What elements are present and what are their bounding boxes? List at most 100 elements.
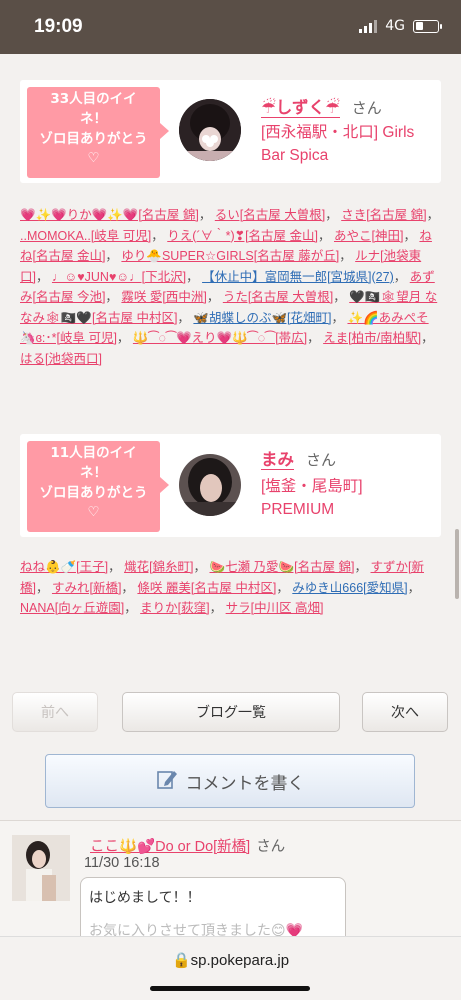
- cast-name[interactable]: まみ: [261, 450, 294, 470]
- liker-link[interactable]: 🦋胡蝶しのぶ🦋[花畑町]: [193, 311, 331, 325]
- liker-link[interactable]: るい[名古屋 大曽根]: [215, 208, 325, 222]
- separator: ，: [354, 560, 371, 574]
- liker-link[interactable]: まりか[荻窪]: [140, 601, 209, 615]
- prev-button[interactable]: 前へ: [12, 692, 98, 732]
- separator: ，: [421, 331, 434, 345]
- like-card: 11人目のイイ ネ！ ゾロ目ありがとう ♡ まみ さん [塩釜・尾島町] PREM…: [20, 434, 441, 537]
- separator: ，: [186, 269, 203, 284]
- separator: ，: [333, 290, 350, 304]
- comment-text: はじめまして！！: [89, 890, 201, 906]
- like-count-bubble: 33人目のイイ ネ！ ゾロ目ありがとう ♡: [27, 87, 169, 178]
- bubble-line: ネ！: [80, 465, 107, 481]
- separator: ，: [206, 290, 223, 304]
- separator: ，: [35, 580, 52, 595]
- liker-link[interactable]: 熾花[錦糸町]: [124, 560, 193, 574]
- pencil-icon: [156, 768, 178, 795]
- separator: ，: [177, 310, 194, 325]
- bubble-line: ♡: [87, 504, 100, 520]
- cast-name-link[interactable]: まみ さん: [261, 448, 336, 472]
- liker-link[interactable]: ..MOMOKA..[岐阜 可児]: [20, 229, 151, 243]
- battery-icon: [413, 19, 442, 33]
- blog-list-button[interactable]: ブログ一覧: [122, 692, 340, 732]
- pagination: 前へ ブログ一覧 次へ: [12, 692, 449, 734]
- separator: ，: [116, 331, 133, 345]
- honorific: さん: [351, 99, 382, 117]
- honorific: さん: [256, 839, 286, 855]
- comment-item: ここ🔱💕Do or Do[新橋] さん 11/30 16:18 はじめまして！！ …: [0, 821, 461, 936]
- like-card: 33人目のイイ ネ！ ゾロ目ありがとう ♡ ☔しずく☔ さん [西永福駅・北口] …: [20, 80, 441, 183]
- liker-link[interactable]: 💗✨💗りか💗✨💗[名古屋 錦]: [20, 208, 199, 222]
- separator: ，: [193, 560, 210, 574]
- liker-link[interactable]: ねね👶🍼[王子]: [20, 560, 108, 574]
- cast-shop[interactable]: [西永福駅・北口] Girls Bar Spica: [261, 121, 436, 167]
- signal-icon: [359, 19, 378, 33]
- liker-link[interactable]: はる[池袋西口]: [20, 352, 102, 366]
- liker-link[interactable]: 霧咲 愛[西中洲]: [121, 290, 206, 304]
- cast-shop[interactable]: [塩釜・尾島町] PREMIUM: [261, 475, 391, 521]
- liker-link[interactable]: えま[柏市/南柏駅]: [323, 331, 421, 345]
- status-time: 19:09: [34, 16, 83, 37]
- separator: ，: [307, 331, 324, 345]
- cast-name-link[interactable]: ☔しずく☔ さん: [261, 96, 382, 120]
- liker-link[interactable]: 條咲 麗美[名古屋 中村区]: [137, 581, 276, 595]
- home-indicator[interactable]: [150, 986, 310, 991]
- liker-link[interactable]: あやこ[神田]: [334, 229, 403, 243]
- separator: ，: [339, 249, 356, 263]
- separator: ，: [209, 601, 226, 615]
- liker-link[interactable]: 🍉七瀬 乃愛🍉[名古屋 錦]: [210, 560, 355, 574]
- browser-url-bar[interactable]: 🔒sp.pokepara.jp: [0, 936, 461, 1000]
- separator: ，: [105, 249, 122, 263]
- liker-link[interactable]: 🔱⁀◌⁀💗えり💗🔱⁀◌⁀[帯広]: [133, 331, 307, 345]
- commenter-avatar[interactable]: [12, 835, 70, 901]
- status-bar: 19:09 4G: [0, 0, 461, 54]
- separator: ，: [331, 310, 348, 325]
- honorific: さん: [306, 451, 337, 469]
- separator: ，: [124, 601, 141, 615]
- status-indicators: 4G: [359, 18, 442, 34]
- bubble-line: 11人目のイイ: [50, 445, 137, 461]
- like-count-bubble: 11人目のイイ ネ！ ゾロ目ありがとう ♡: [27, 441, 169, 532]
- likers-list: 💗✨💗りか💗✨💗[名古屋 錦]， るい[名古屋 大曽根]， さき[名古屋 錦]，…: [20, 205, 441, 369]
- lock-icon: 🔒: [171, 952, 191, 969]
- separator: ，: [121, 580, 138, 595]
- separator: ，: [393, 269, 410, 284]
- separator: ，: [35, 269, 52, 284]
- liker-link[interactable]: さき[名古屋 錦]: [341, 208, 426, 222]
- liker-link[interactable]: サラ[中川区 高畑]: [226, 601, 324, 615]
- comment-date: 11/30 16:18: [84, 855, 160, 871]
- cast-name[interactable]: ☔しずく☔: [261, 98, 340, 118]
- liker-link[interactable]: うた[名古屋 大曽根]: [223, 290, 333, 304]
- commenter-name[interactable]: ここ🔱💕Do or Do[新橋] さん: [90, 835, 285, 856]
- page-content[interactable]: 33人目のイイ ネ！ ゾロ目ありがとう ♡ ☔しずく☔ さん [西永福駅・北口] …: [0, 54, 461, 936]
- network-label: 4G: [385, 18, 405, 34]
- liker-link[interactable]: NANA[向ヶ丘遊園]: [20, 601, 124, 615]
- separator: ，: [318, 228, 334, 243]
- comment-bubble: はじめまして！！ お気に入りさせて頂きました😊💗: [80, 877, 346, 936]
- commenter-link[interactable]: ここ🔱💕Do or Do[新橋]: [90, 839, 250, 855]
- url-field[interactable]: 🔒sp.pokepara.jp: [0, 951, 461, 969]
- cast-avatar[interactable]: [179, 99, 241, 161]
- separator: ，: [407, 580, 421, 595]
- scrollbar[interactable]: [455, 529, 459, 599]
- separator: ，: [198, 208, 215, 222]
- write-comment-label: コメントを書く: [185, 773, 305, 794]
- liker-link[interactable]: ゆり🐣SUPER☆GIRLS[名古屋 藤が丘]: [121, 249, 339, 263]
- separator: ，: [151, 228, 168, 243]
- cast-avatar[interactable]: [179, 454, 241, 516]
- liker-link[interactable]: 【休止中】富岡無一郎[宮城県](27): [202, 270, 394, 284]
- separator: ，: [276, 580, 293, 595]
- liker-link[interactable]: すみれ[新橋]: [52, 581, 121, 595]
- liker-link[interactable]: りえ(´∀｀*)❣[名古屋 金山]: [167, 229, 318, 243]
- bubble-line: ♡: [87, 150, 100, 166]
- next-button[interactable]: 次へ: [362, 692, 448, 732]
- comment-text: お気に入りさせて頂きました😊💗: [89, 923, 304, 936]
- liker-link[interactable]: ♩☺♥JUN♥☺♩[下北沢]: [52, 270, 186, 284]
- bubble-line: ネ！: [80, 111, 107, 127]
- separator: ，: [325, 208, 342, 222]
- bubble-line: 33人目のイイ: [50, 91, 137, 107]
- separator: ，: [426, 208, 440, 222]
- liker-link[interactable]: みゆき山666[愛知県]: [292, 581, 407, 595]
- write-comment-button[interactable]: コメントを書く: [45, 754, 415, 808]
- bubble-line: ゾロ目ありがとう: [39, 131, 148, 147]
- likers-list: ねね👶🍼[王子]， 熾花[錦糸町]， 🍉七瀬 乃愛🍉[名古屋 錦]， すずか[新…: [20, 557, 441, 619]
